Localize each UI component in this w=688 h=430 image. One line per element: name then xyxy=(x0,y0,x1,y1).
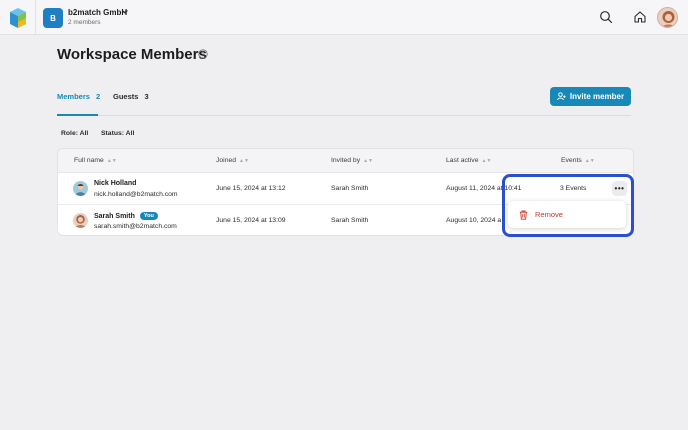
tab-members-count: 2 xyxy=(95,92,101,101)
column-header-full-name[interactable]: Full name ▲▼ xyxy=(74,157,117,164)
you-badge: You xyxy=(139,212,158,220)
add-user-icon xyxy=(557,92,566,101)
tab-guests-label: Guests xyxy=(113,92,139,101)
top-bar: B b2match GmbH 2 members xyxy=(0,0,688,35)
column-label: Last active xyxy=(446,157,479,164)
invited-by: Sarah Smith xyxy=(331,217,369,224)
column-label: Invited by xyxy=(331,157,361,164)
org-member-count: 2 members xyxy=(68,19,101,26)
tab-members-label: Members xyxy=(57,92,90,101)
invited-by: Sarah Smith xyxy=(331,185,369,192)
member-email: sarah.smith@b2match.com xyxy=(94,223,177,230)
invite-member-button[interactable]: Invite member xyxy=(550,87,631,106)
last-active: August 10, 2024 a xyxy=(446,217,502,224)
chevron-down-icon[interactable] xyxy=(121,8,129,16)
column-label: Events xyxy=(561,157,582,164)
org-name[interactable]: b2match GmbH xyxy=(68,8,127,17)
joined-date: June 15, 2024 at 13:12 xyxy=(216,185,286,192)
sort-icon: ▲▼ xyxy=(584,157,595,164)
user-avatar-image xyxy=(658,8,677,27)
tabs-divider xyxy=(57,115,631,116)
sort-icon: ▲▼ xyxy=(239,157,249,164)
tab-guests[interactable]: Guests 3 xyxy=(113,92,149,101)
sort-icon: ▲▼ xyxy=(481,157,492,164)
member-name: Sarah Smith You xyxy=(94,212,158,220)
more-actions-button[interactable]: ••• xyxy=(612,181,627,196)
home-icon[interactable] xyxy=(633,10,647,24)
sort-icon: ▲▼ xyxy=(363,157,373,164)
page-title: Workspace Members xyxy=(57,46,207,63)
column-header-last-active[interactable]: Last active ▲▼ xyxy=(446,157,491,164)
column-header-events[interactable]: Events ▲▼ xyxy=(561,157,595,164)
remove-menu-item[interactable]: Remove xyxy=(535,210,563,219)
events-count[interactable]: 3 Events xyxy=(560,185,586,192)
member-avatar xyxy=(73,181,88,196)
column-label: Joined xyxy=(216,157,237,164)
column-header-joined[interactable]: Joined ▲▼ xyxy=(216,157,249,164)
logo-icon[interactable] xyxy=(8,7,28,29)
tab-guests-count: 3 xyxy=(144,92,149,101)
row-actions-menu: Remove xyxy=(508,201,626,228)
sort-icon: ▲▼ xyxy=(106,157,117,164)
active-tab-indicator xyxy=(57,114,98,116)
column-header-invited-by[interactable]: Invited by ▲▼ xyxy=(331,157,373,164)
role-filter[interactable]: Role: All xyxy=(61,130,88,137)
invite-member-label: Invite member xyxy=(569,92,625,101)
info-icon[interactable] xyxy=(198,49,208,59)
member-avatar xyxy=(73,213,88,228)
member-avatar-image xyxy=(73,181,88,196)
topbar-divider xyxy=(35,0,36,35)
search-icon[interactable] xyxy=(599,10,613,24)
table-header: Full name ▲▼ Joined ▲▼ Invited by ▲▼ Last a… xyxy=(58,149,633,173)
user-avatar[interactable] xyxy=(657,7,678,28)
member-avatar-image xyxy=(73,213,88,228)
tab-members[interactable]: Members 2 xyxy=(57,92,100,101)
last-active: August 11, 2024 at 10:41 xyxy=(446,185,522,192)
status-filter[interactable]: Status: All xyxy=(101,130,134,137)
member-name-text: Sarah Smith xyxy=(94,213,135,220)
org-avatar[interactable]: B xyxy=(43,8,63,28)
column-label: Full name xyxy=(74,157,104,164)
member-email: nick.holland@b2match.com xyxy=(94,191,178,198)
trash-icon xyxy=(519,210,528,220)
member-name: Nick Holland xyxy=(94,180,137,187)
joined-date: June 15, 2024 at 13:09 xyxy=(216,217,286,224)
